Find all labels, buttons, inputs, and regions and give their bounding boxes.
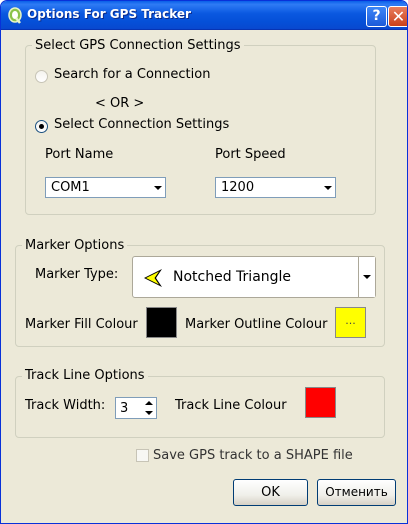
port-name-select[interactable]: COM1	[45, 177, 166, 198]
chevron-down-icon[interactable]	[318, 178, 335, 197]
close-button[interactable]: ✕	[388, 6, 407, 27]
marker-options-group-title: Marker Options	[22, 238, 128, 253]
ok-button[interactable]: OK	[233, 479, 308, 506]
track-width-spinbox[interactable]: 3	[115, 397, 157, 419]
marker-fill-colour-button[interactable]	[146, 307, 177, 338]
search-connection-label[interactable]: Search for a Connection	[54, 67, 210, 82]
help-button[interactable]: ?	[366, 6, 387, 27]
gps-connection-group-title: Select GPS Connection Settings	[32, 38, 244, 53]
chevron-down-icon[interactable]	[358, 257, 375, 297]
spin-up-arrow-icon[interactable]	[142, 398, 156, 408]
marker-outline-label: Marker Outline Colour	[185, 317, 328, 332]
track-line-group-title: Track Line Options	[22, 368, 148, 383]
track-line-colour-label: Track Line Colour	[175, 398, 287, 413]
cancel-button[interactable]: Отменить	[317, 479, 396, 506]
or-separator-label: < OR >	[95, 96, 145, 111]
save-shape-label[interactable]: Save GPS track to a SHAPE file	[153, 448, 353, 463]
port-speed-select[interactable]: 1200	[215, 177, 336, 198]
select-connection-radio[interactable]	[35, 120, 48, 133]
track-line-colour-button[interactable]	[305, 387, 336, 418]
select-connection-label[interactable]: Select Connection Settings	[54, 117, 229, 132]
title-bar[interactable]: Options For GPS Tracker ? ✕	[1, 1, 407, 30]
track-width-value: 3	[120, 401, 129, 416]
marker-fill-label: Marker Fill Colour	[25, 317, 138, 332]
port-speed-label: Port Speed	[215, 147, 286, 162]
marker-type-label: Marker Type:	[35, 267, 119, 282]
port-speed-value: 1200	[221, 180, 255, 195]
track-width-label: Track Width:	[25, 398, 106, 413]
marker-type-value: Notched Triangle	[173, 269, 292, 285]
marker-outline-colour-button[interactable]: ...	[335, 307, 366, 338]
options-dialog: Options For GPS Tracker ? ✕ Select GPS C…	[0, 0, 408, 524]
notched-triangle-icon	[144, 269, 162, 287]
save-shape-checkbox[interactable]	[136, 449, 149, 462]
spin-down-arrow-icon[interactable]	[142, 408, 156, 418]
port-name-label: Port Name	[45, 147, 114, 162]
chevron-down-icon[interactable]	[148, 178, 165, 197]
port-name-value: COM1	[51, 180, 90, 195]
qgis-logo-icon	[8, 7, 22, 24]
marker-type-select[interactable]: Notched Triangle	[132, 256, 376, 298]
outline-button-ellipsis: ...	[345, 314, 356, 327]
search-connection-radio[interactable]	[35, 70, 48, 83]
window-title: Options For GPS Tracker	[27, 7, 191, 21]
